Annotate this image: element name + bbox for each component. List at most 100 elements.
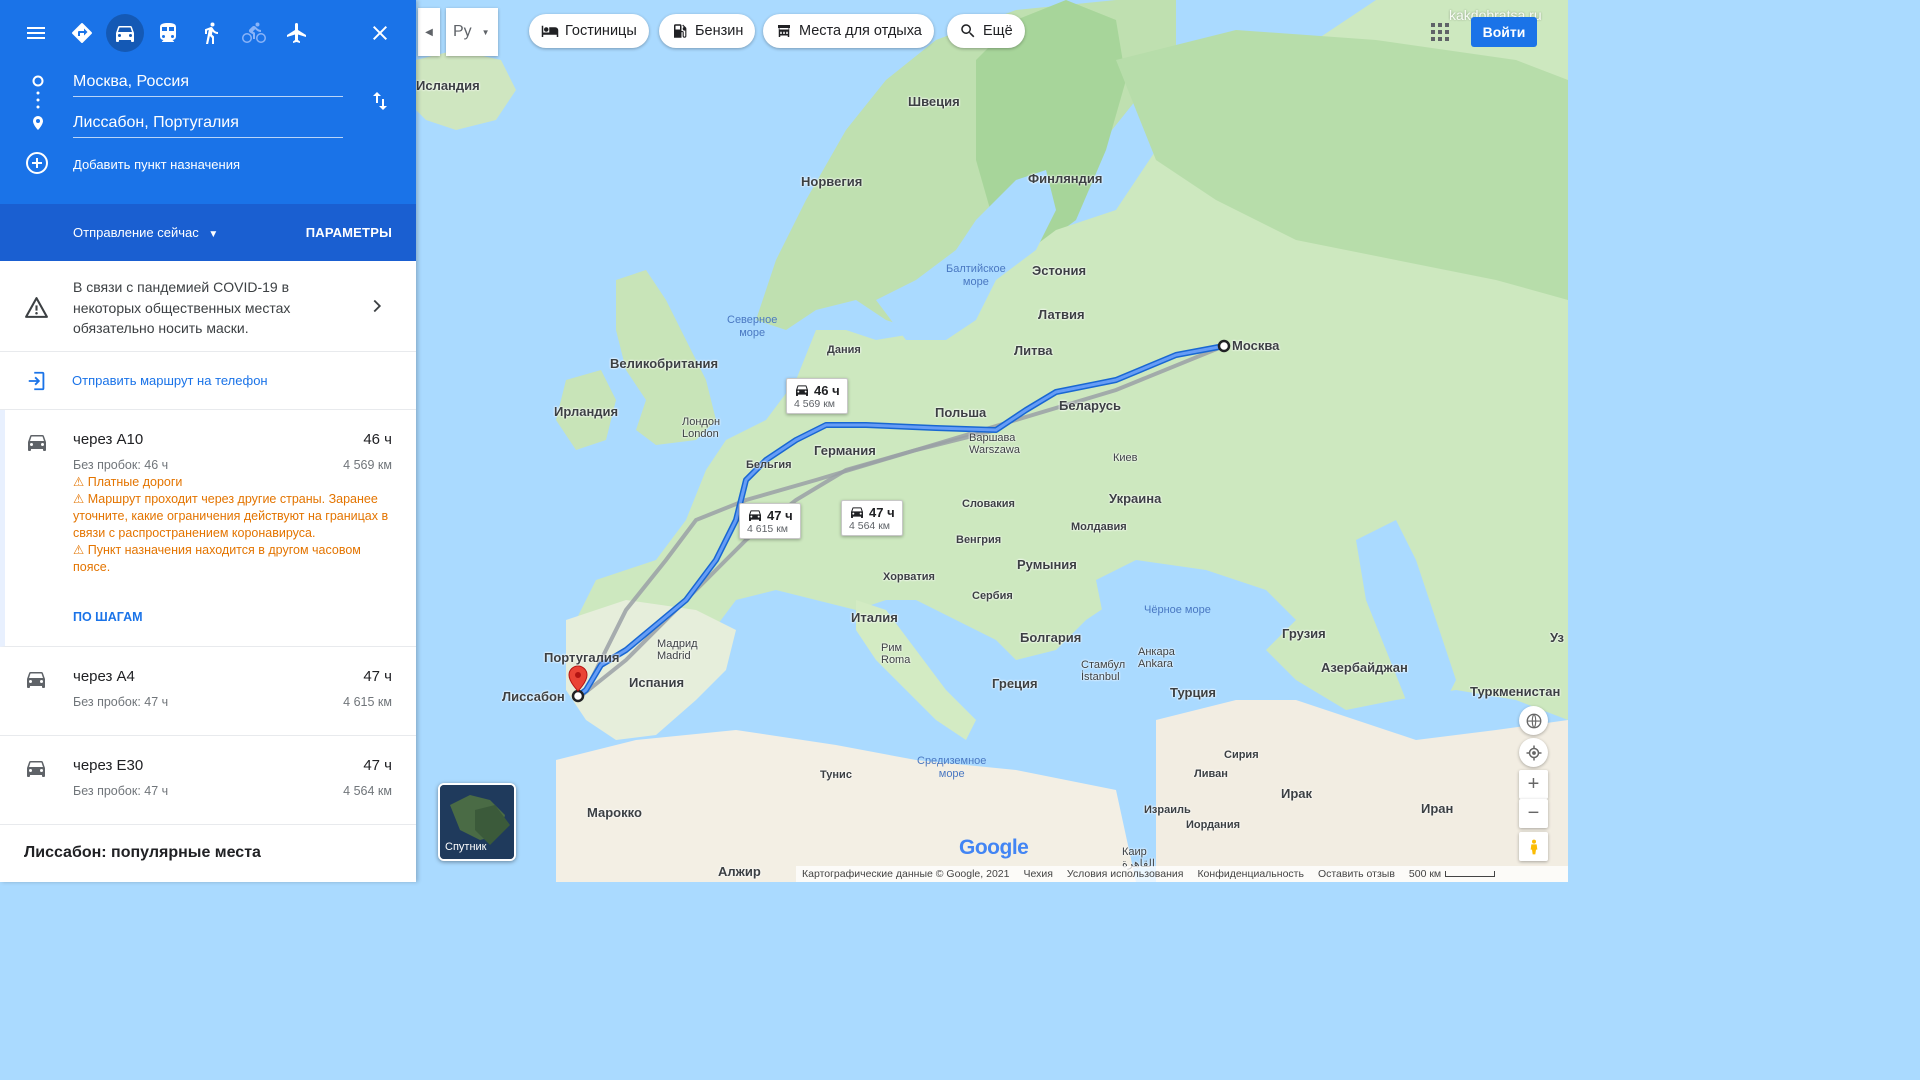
- map-label-moldova: Молдавия: [1071, 521, 1127, 533]
- close-icon[interactable]: [361, 14, 399, 52]
- bubble-duration: 47 ч: [849, 504, 895, 520]
- map-label-iceland: Исландия: [416, 78, 480, 93]
- google-logo-text: Google: [959, 836, 1029, 859]
- map-label-lisbon: Лиссабон: [502, 689, 565, 704]
- covid-notice[interactable]: В связи с пандемией COVID-19 в некоторых…: [0, 261, 416, 352]
- zoom-out-button[interactable]: −: [1519, 799, 1548, 828]
- bubble-duration-text: 47 ч: [869, 504, 895, 520]
- map-label-slovakia: Словакия: [962, 498, 1015, 510]
- best-route-icon[interactable]: [63, 14, 101, 52]
- route-warnings: ⚠ Платные дороги ⚠ Маршрут проходит чере…: [73, 474, 398, 576]
- minus-icon: −: [1527, 802, 1540, 824]
- departure-dropdown[interactable]: Отправление сейчас ▼: [73, 225, 218, 240]
- city-name: Каир: [1122, 846, 1147, 858]
- route-bubble-2[interactable]: 47 ч 4 615 км: [739, 503, 801, 539]
- route-duration: 46 ч: [363, 431, 392, 448]
- language-select[interactable]: Ру ▼: [446, 8, 498, 56]
- car-icon[interactable]: [106, 14, 144, 52]
- map-label-baltic-sea: Балтийское море: [946, 263, 1006, 289]
- feedback-link[interactable]: Оставить отзыв: [1318, 868, 1395, 880]
- apps-grid-icon[interactable]: [1430, 22, 1450, 42]
- menu-icon[interactable]: [17, 14, 55, 52]
- sea-label-line: Балтийское: [946, 263, 1006, 275]
- route-traffic: Без пробок: 47 ч: [73, 784, 169, 798]
- terms-link[interactable]: Условия использования: [1067, 868, 1184, 880]
- bubble-distance: 4 564 км: [849, 520, 891, 532]
- map-label-serbia: Сербия: [972, 590, 1013, 602]
- send-to-device-icon: [26, 370, 48, 397]
- scale-label: 500 км: [1408, 868, 1442, 880]
- city-name: Лондон: [682, 416, 721, 428]
- city-name: Варшава: [969, 432, 1016, 444]
- collapse-panel-button[interactable]: ◀: [418, 8, 440, 56]
- city-name: Анкара: [1138, 646, 1175, 658]
- destination-input[interactable]: Лиссабон, Португалия: [73, 108, 343, 138]
- directions-panel: Москва, Россия Лиссабон, Португалия Доба…: [0, 0, 416, 882]
- add-circle-icon[interactable]: [25, 151, 49, 175]
- walk-icon[interactable]: [192, 14, 230, 52]
- map-label-georgia: Грузия: [1282, 626, 1326, 641]
- bike-icon[interactable]: [235, 14, 273, 52]
- map-label-denmark: Дания: [827, 344, 861, 356]
- gas-station-icon: [674, 24, 687, 38]
- map-label-turkmenistan: Туркменистан: [1470, 684, 1561, 699]
- params-button[interactable]: ПАРАМЕТРЫ: [306, 225, 392, 240]
- map-label-ukraine: Украина: [1109, 491, 1162, 506]
- car-icon: [749, 510, 761, 521]
- route-via: через A4: [73, 668, 135, 685]
- sea-label-line: море: [962, 276, 989, 288]
- map-label-algeria: Алжир: [718, 864, 761, 879]
- map-label-azerbaijan: Азербайджан: [1321, 660, 1408, 675]
- city-name: London: [682, 428, 719, 440]
- warning-countries: ⚠ Маршрут проходит через другие страны. …: [73, 491, 398, 542]
- flight-icon[interactable]: [278, 14, 316, 52]
- signin-button[interactable]: Войти: [1471, 17, 1537, 47]
- map-label-syria: Сирия: [1224, 749, 1259, 761]
- origin-input[interactable]: Москва, Россия: [73, 67, 343, 97]
- chevron-right-icon: [366, 295, 388, 322]
- chip-more[interactable]: Ещё: [947, 14, 1025, 48]
- route-bubble-1[interactable]: 46 ч 4 569 км: [786, 378, 848, 414]
- city-name: Madrid: [657, 650, 691, 662]
- privacy-link[interactable]: Конфиденциальность: [1197, 868, 1304, 880]
- map-label-romania: Румыния: [1017, 557, 1077, 572]
- route-bubble-3[interactable]: 47 ч 4 564 км: [841, 500, 903, 536]
- chevron-down-icon: ▼: [481, 27, 490, 37]
- add-destination-link[interactable]: Добавить пункт назначения: [73, 157, 240, 172]
- rest-area-icon: [778, 25, 790, 37]
- send-to-phone-row[interactable]: Отправить маршрут на телефон: [0, 352, 416, 410]
- route-option-2[interactable]: через A4 47 ч Без пробок: 47 ч 4 615 км: [0, 647, 416, 736]
- satellite-toggle[interactable]: Спутник: [438, 783, 516, 861]
- transit-icon[interactable]: [149, 14, 187, 52]
- chip-gas[interactable]: Бензин: [659, 14, 756, 48]
- scale-bar[interactable]: 500 км: [1408, 868, 1496, 880]
- car-icon: [27, 761, 45, 777]
- map-label-iran: Иран: [1421, 801, 1454, 816]
- map-label-warsaw: Варшава Warszawa: [969, 432, 1020, 456]
- map-label-kyiv: Киев: [1113, 452, 1138, 464]
- map-canvas[interactable]: Исландия Швеция Норвегия Финляндия Эстон…: [416, 0, 1568, 882]
- map-label-germany: Германия: [814, 443, 876, 458]
- zoom-in-button[interactable]: +: [1519, 770, 1548, 799]
- car-icon: [796, 385, 808, 396]
- steps-link[interactable]: ПО ШАГАМ: [73, 610, 143, 624]
- city-name: Ankara: [1138, 658, 1173, 670]
- car-icon: [28, 435, 46, 451]
- my-location-icon[interactable]: [1519, 738, 1548, 767]
- route-option-3[interactable]: через E30 47 ч Без пробок: 47 ч 4 564 км: [0, 736, 416, 825]
- sea-label-line: море: [739, 327, 766, 339]
- chevron-down-icon: ▼: [208, 229, 219, 240]
- pegman-icon[interactable]: [1519, 832, 1548, 861]
- warning-text: Платные дороги: [87, 475, 183, 489]
- region-link[interactable]: Чехия: [1023, 868, 1052, 880]
- map-label-jordan: Иордания: [1186, 819, 1240, 831]
- sea-label-line: Северное: [727, 314, 778, 326]
- chip-label: Места для отдыха: [799, 23, 922, 39]
- chip-hotels[interactable]: Гостиницы: [529, 14, 649, 48]
- route-option-1[interactable]: через A10 46 ч Без пробок: 46 ч 4 569 км…: [0, 410, 416, 647]
- globe-icon[interactable]: [1519, 706, 1548, 735]
- swap-icon[interactable]: [368, 89, 392, 113]
- route-duration: 47 ч: [363, 668, 392, 685]
- route-traffic: Без пробок: 47 ч: [73, 695, 169, 709]
- chip-rest-areas[interactable]: Места для отдыха: [763, 14, 934, 48]
